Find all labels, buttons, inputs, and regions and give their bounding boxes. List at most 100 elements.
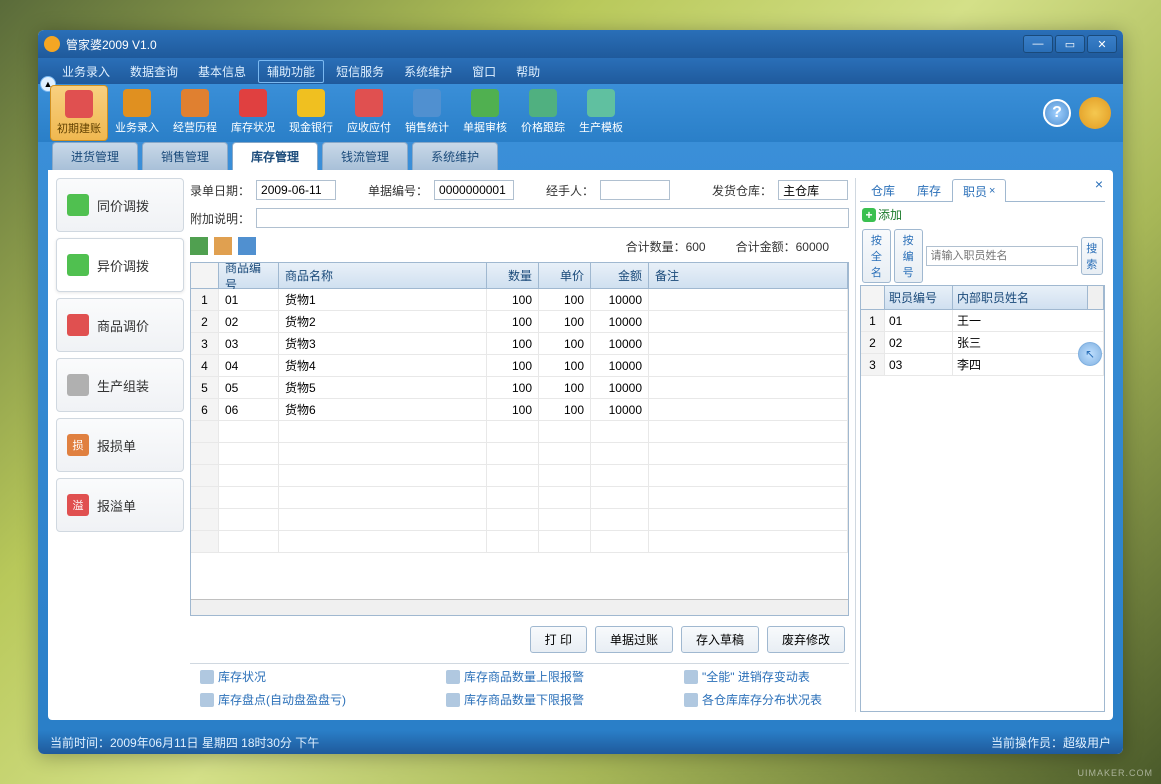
app-window: 管家婆2009 V1.0 — ▭ ✕ 业务录入数据查询基本信息辅助功能短信服务系… [38,30,1123,754]
date-input[interactable] [256,180,336,200]
close-button[interactable]: ✕ [1087,35,1117,53]
sidebar-icon: 溢 [67,494,89,516]
toolbar-button-5[interactable]: 应收应付 [340,85,398,141]
main-tab-4[interactable]: 系统维护 [412,142,498,170]
table-row[interactable]: 101货物110010010000 [191,289,848,311]
toolbar-button-9[interactable]: 生产模板 [572,85,630,141]
help-button[interactable]: ? [1043,99,1071,127]
sidebar-item-2[interactable]: 商品调价 [56,298,184,352]
menu-item-6[interactable]: 窗口 [464,61,504,82]
add-button[interactable]: + 添加 [862,206,902,223]
table-row[interactable] [191,487,848,509]
toolbar-button-7[interactable]: 单据审核 [456,85,514,141]
search-button[interactable]: 搜索 [1081,237,1104,275]
table-row[interactable] [191,421,848,443]
bill-input[interactable] [434,180,514,200]
toolbar-button-0[interactable]: 初期建账 [50,85,108,141]
grid-scrollbar[interactable] [191,599,848,615]
menu-item-4[interactable]: 短信服务 [328,61,392,82]
col-amount[interactable]: 金额 [591,263,649,288]
rp-col-code[interactable]: 职员编号 [885,286,953,309]
filter-code-button[interactable]: 按编号 [894,229,923,283]
main-area: 进货管理销售管理库存管理钱流管理系统维护 同价调拨异价调拨商品调价生产组装损报损… [38,142,1123,730]
sidebar-item-5[interactable]: 溢报溢单 [56,478,184,532]
rp-tab-1[interactable]: 库存 [906,178,952,201]
menu-item-1[interactable]: 数据查询 [122,61,186,82]
rp-tab-2[interactable]: 职员 × [952,179,1006,202]
toolbar-button-1[interactable]: 业务录入 [108,85,166,141]
print-button[interactable]: 打 印 [530,626,587,653]
table-row[interactable] [191,465,848,487]
table-row[interactable]: 404货物410010010000 [191,355,848,377]
col-index[interactable] [191,263,219,288]
toolbar-button-8[interactable]: 价格跟踪 [514,85,572,141]
staff-row[interactable]: 101王一 [861,310,1104,332]
toolbar-icon [471,89,499,117]
post-button[interactable]: 单据过账 [595,626,673,653]
person-icon[interactable] [238,237,256,255]
menu-item-0[interactable]: 业务录入 [54,61,118,82]
draft-button[interactable]: 存入草稿 [681,626,759,653]
toolbar-button-2[interactable]: 经营历程 [166,85,224,141]
toolbar-button-3[interactable]: 库存状况 [224,85,282,141]
menu-item-5[interactable]: 系统维护 [396,61,460,82]
rp-tab-0[interactable]: 仓库 [860,178,906,201]
maximize-button[interactable]: ▭ [1055,35,1085,53]
note-input[interactable] [256,208,849,228]
titlebar[interactable]: 管家婆2009 V1.0 — ▭ ✕ [38,30,1123,58]
rp-body[interactable]: 101王一202张三303李四 [861,310,1104,711]
main-tab-2[interactable]: 库存管理 [232,142,318,170]
link-item[interactable]: 库存盘点(自动盘盈盘亏) [200,691,346,708]
table-row[interactable]: 202货物210010010000 [191,311,848,333]
rp-col-index[interactable] [861,286,885,309]
col-name[interactable]: 商品名称 [279,263,487,288]
sidebar-item-0[interactable]: 同价调拨 [56,178,184,232]
col-code[interactable]: 商品编号 [219,263,279,288]
link-icon [200,693,214,707]
warehouse-input[interactable] [778,180,848,200]
staff-row[interactable]: 202张三 [861,332,1104,354]
scroll-up-button[interactable]: ↖ [1078,342,1102,366]
discard-button[interactable]: 废弃修改 [767,626,845,653]
panel-close-icon[interactable]: × [1095,176,1103,192]
grid-body[interactable]: 101货物110010010000202货物210010010000303货物3… [191,289,848,599]
table-row[interactable] [191,531,848,553]
table-row[interactable] [191,443,848,465]
toolbar-icon [587,89,615,117]
table-row[interactable]: 303货物310010010000 [191,333,848,355]
link-item[interactable]: 各仓库库存分布状况表 [684,691,822,708]
link-item[interactable]: 库存商品数量下限报警 [446,691,584,708]
staff-row[interactable]: 303李四 [861,354,1104,376]
table-row[interactable] [191,509,848,531]
link-item[interactable]: 库存商品数量上限报警 [446,668,584,685]
items-grid: 商品编号 商品名称 数量 单价 金额 备注 101货物1100100100002… [190,262,849,616]
tab-close-icon[interactable]: × [989,185,995,197]
plus-icon: + [862,208,876,222]
menu-item-3[interactable]: 辅助功能 [258,60,324,83]
search-input[interactable] [926,246,1078,266]
minimize-button[interactable]: — [1023,35,1053,53]
building-icon[interactable] [214,237,232,255]
filter-fullname-button[interactable]: 按全名 [862,229,891,283]
table-row[interactable]: 505货物510010010000 [191,377,848,399]
main-tab-3[interactable]: 钱流管理 [322,142,408,170]
sidebar-item-4[interactable]: 损报损单 [56,418,184,472]
grid-icon[interactable] [190,237,208,255]
col-price[interactable]: 单价 [539,263,591,288]
toolbar-button-4[interactable]: 现金银行 [282,85,340,141]
toolbar-button-6[interactable]: 销售统计 [398,85,456,141]
main-tab-1[interactable]: 销售管理 [142,142,228,170]
sidebar-item-1[interactable]: 异价调拨 [56,238,184,292]
col-qty[interactable]: 数量 [487,263,539,288]
link-item[interactable]: 库存状况 [200,668,346,685]
table-row[interactable]: 606货物610010010000 [191,399,848,421]
link-item[interactable]: "全能" 进销存变动表 [684,668,822,685]
sidebar-item-3[interactable]: 生产组装 [56,358,184,412]
menu-item-2[interactable]: 基本信息 [190,61,254,82]
rp-col-name[interactable]: 内部职员姓名 [953,286,1088,309]
main-tab-0[interactable]: 进货管理 [52,142,138,170]
menu-item-7[interactable]: 帮助 [508,61,548,82]
center-pane: 录单日期： 单据编号： 经手人： 发货仓库： 附加说明： [190,178,849,712]
handler-input[interactable] [600,180,670,200]
col-note[interactable]: 备注 [649,263,848,288]
